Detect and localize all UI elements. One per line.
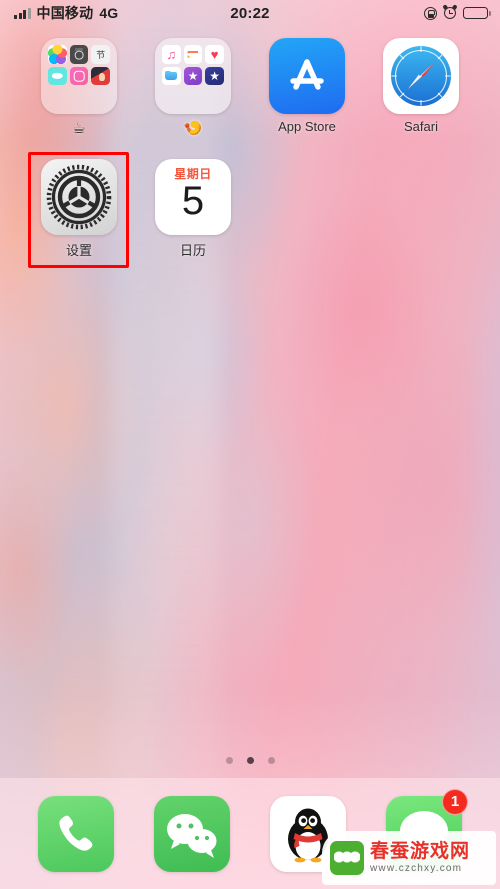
calendar-app[interactable]: 星期日 5 日历	[136, 159, 250, 259]
red-character-app-icon	[91, 66, 110, 86]
messages-badge: 1	[442, 788, 468, 815]
app-store-icon[interactable]	[269, 38, 345, 114]
cyan-app-icon	[48, 66, 67, 86]
safari-app[interactable]: Safari	[364, 38, 478, 137]
dock-item-wechat[interactable]	[154, 795, 230, 872]
music-icon	[162, 45, 181, 64]
folder-two-label: 🍤	[183, 120, 203, 137]
page-indicator-dots[interactable]	[0, 757, 500, 764]
folder-one[interactable]: ☕	[22, 38, 136, 137]
settings-app[interactable]: 设置	[22, 159, 136, 259]
purple-star-app-icon	[183, 66, 203, 86]
site-watermark: 春蚕游戏网 www.czchxy.com	[322, 831, 496, 885]
health-icon	[205, 45, 224, 64]
safari-icon[interactable]	[383, 38, 459, 114]
page-dot-2-active[interactable]	[246, 757, 254, 764]
home-screen-grid: ☕ 🍤	[0, 26, 500, 756]
home-row-2: 设置 星期日 5 日历	[0, 137, 500, 259]
battery-icon	[463, 7, 491, 19]
status-bar: 中国移动 4G 20:22	[0, 0, 500, 26]
app-store-label: App Store	[278, 119, 336, 134]
calendar-icon[interactable]: 星期日 5	[155, 159, 231, 235]
folder-two-icon[interactable]	[155, 38, 231, 114]
files-icon	[162, 66, 181, 86]
settings-label: 设置	[65, 243, 92, 258]
safari-label: Safari	[404, 119, 438, 134]
watermark-text: 春蚕游戏网 www.czchxy.com	[370, 841, 471, 874]
dock-item-phone[interactable]	[38, 795, 114, 872]
wechat-icon[interactable]	[154, 795, 230, 872]
watermark-url: www.czchxy.com	[370, 862, 463, 874]
page-dot-1[interactable]	[225, 757, 233, 764]
page-dot-3[interactable]	[267, 757, 275, 764]
folder-one-icon[interactable]	[41, 38, 117, 114]
folder-one-label: ☕	[72, 120, 86, 137]
watermark-silkworm-logo	[330, 841, 364, 875]
alarm-clock-icon	[442, 3, 458, 19]
rotation-lock-icon	[424, 6, 437, 20]
settings-icon[interactable]	[41, 159, 117, 235]
app-store-app[interactable]: App Store	[250, 38, 364, 137]
calendar-day-number: 5	[181, 179, 205, 223]
photos-icon	[48, 45, 67, 64]
home-row-1: ☕ 🍤	[0, 26, 500, 137]
blue-star-app-icon	[205, 66, 224, 86]
phone-icon[interactable]	[38, 795, 114, 872]
festival-app-icon	[91, 45, 110, 64]
calendar-label: 日历	[179, 243, 206, 258]
pink-camera-app-icon	[69, 66, 89, 86]
camera-icon	[69, 45, 89, 64]
reminders-icon	[183, 45, 203, 64]
folder-two[interactable]: 🍤	[136, 38, 250, 137]
watermark-site-name: 春蚕游戏网	[370, 841, 471, 863]
